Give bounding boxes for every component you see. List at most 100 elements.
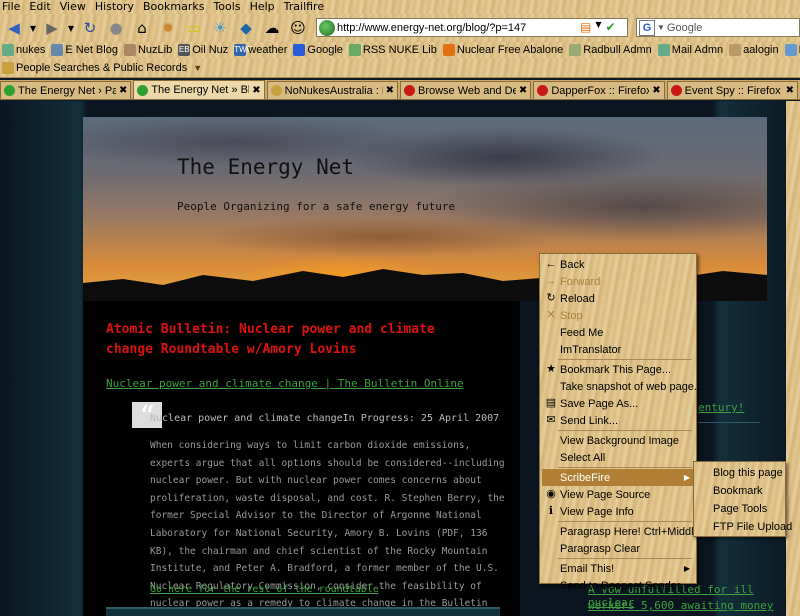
context-item-reload[interactable]: ↻ Reload: [542, 290, 694, 307]
tab-0[interactable]: The Energy Net › Pag...✖: [0, 81, 132, 99]
menu-separator: [558, 467, 692, 468]
firefox-icon[interactable]: ✹: [156, 17, 180, 39]
post-title[interactable]: Atomic Bulletin: Nuclear power and clima…: [106, 320, 466, 360]
bookmark-oil-nuz[interactable]: EB Oil Nuz: [178, 44, 228, 56]
context-item-select-all[interactable]: Select All: [542, 449, 694, 466]
submenu-item-ftp-file-upload[interactable]: FTP File Upload: [696, 518, 792, 535]
menu-edit[interactable]: Edit: [29, 1, 50, 13]
site-title[interactable]: The Energy Net: [177, 155, 354, 179]
bookmark-euronuz[interactable]: EuroNuz: [784, 44, 800, 56]
google-search-engine-icon[interactable]: G: [639, 19, 655, 36]
rss-feed-icon[interactable]: ▤: [580, 20, 591, 34]
sidebar-divider: [698, 422, 760, 423]
context-item-scribefire[interactable]: ScribeFire ▶: [542, 469, 694, 486]
tab-4[interactable]: DapperFox :: Firefox ...✖: [533, 81, 665, 99]
reload-button[interactable]: ↻: [78, 17, 102, 39]
bookmark-mail-admn[interactable]: Mail Admn: [657, 44, 723, 56]
rest-of-roundtable-link[interactable]: Go here for the rest of the roundtable: [150, 584, 379, 595]
bookmark-weather[interactable]: TWC weather: [234, 44, 287, 56]
tab-favicon-icon: [670, 85, 682, 96]
context-item-imtranslator[interactable]: ImTranslator: [542, 341, 694, 358]
page-icon[interactable]: ◆: [234, 17, 258, 39]
bookmark-nukes[interactable]: nukes: [2, 44, 45, 56]
bookmark-e-net-blog[interactable]: E Net Blog: [51, 44, 118, 56]
bookmark-radbull-admn[interactable]: Radbull Admn: [569, 44, 652, 56]
tab-2[interactable]: NoNukesAustralia : N...✖: [266, 81, 398, 99]
context-item-back[interactable]: ← Back: [542, 256, 694, 273]
url-bar-icons: ▤ ▼ ✔: [580, 20, 616, 34]
context-item-forward[interactable]: → Forward: [542, 273, 694, 290]
bookmark-favicon-icon: [51, 44, 64, 56]
context-item-send-link[interactable]: ✉ Send Link...: [542, 412, 694, 429]
context-item-view-page-source[interactable]: ◉ View Page Source: [542, 486, 694, 503]
forward-history-dropdown[interactable]: ▼: [66, 17, 76, 39]
scrollbar[interactable]: [786, 101, 800, 616]
bookmark-people-searches[interactable]: People Searches & Public Records: [2, 61, 187, 74]
dropdown-arrow-icon[interactable]: ▼: [595, 20, 601, 34]
tab-5[interactable]: Event Spy :: Firefox ... ✖: [666, 81, 798, 99]
tab-3[interactable]: Browse Web and Dev...✖: [399, 81, 532, 99]
search-engine-dropdown-icon[interactable]: ▼: [657, 23, 665, 32]
bookmarks-overflow-chevron-icon[interactable]: ▼: [193, 63, 202, 73]
stop-button[interactable]: ●: [104, 17, 128, 39]
search-box[interactable]: G ▼ Google: [636, 18, 800, 37]
menu-separator: [558, 521, 692, 522]
context-item-view-background-image[interactable]: View Background Image: [542, 432, 694, 449]
submenu-item-bookmark[interactable]: Bookmark: [696, 482, 784, 499]
tab-close-icon[interactable]: ✖: [386, 85, 394, 96]
folder-icon: [2, 61, 14, 74]
forward-button[interactable]: ▶: [40, 17, 64, 39]
bookmark-google[interactable]: Google: [293, 44, 343, 56]
submenu-item-blog-this-page[interactable]: Blog this page: [696, 464, 784, 481]
home-button[interactable]: ⌂: [130, 17, 154, 39]
go-check-icon[interactable]: ✔: [606, 20, 616, 34]
context-item-take-snapshot-of-web-page[interactable]: Take snapshot of web page...: [542, 378, 703, 395]
submenu-item-page-tools[interactable]: Page Tools: [696, 500, 784, 517]
tab-favicon-icon: [137, 84, 149, 96]
menu-file[interactable]: File: [2, 1, 20, 13]
bookmark-star-icon: ★: [546, 363, 556, 375]
context-item-stop[interactable]: ✕ Stop: [542, 307, 694, 324]
context-item-save-page-as[interactable]: ▤ Save Page As...: [542, 395, 694, 412]
tab-1[interactable]: The Energy Net » Blo...✖: [133, 80, 265, 99]
context-item-view-page-info[interactable]: ℹ View Page Info: [542, 503, 694, 520]
menu-trailfire[interactable]: Trailfire: [284, 1, 324, 13]
context-item-bookmark-this-page[interactable]: ★ Bookmark This Page...: [542, 361, 694, 378]
bookmark-favicon-icon: [123, 44, 136, 56]
context-item-feed-me[interactable]: Feed Me: [542, 324, 694, 341]
context-item-paragrasp-here-ctrl-middle[interactable]: Paragrasp Here! Ctrl+Middle: [542, 523, 700, 540]
chat-bubble-icon[interactable]: ☁: [260, 17, 284, 39]
url-text: http://www.energy-net.org/blog/?p=147: [337, 21, 527, 34]
back-button[interactable]: ◀: [2, 17, 26, 39]
bookmark-nuzlib[interactable]: NuzLib: [123, 44, 172, 56]
tab-close-icon[interactable]: ✖: [652, 85, 660, 96]
notes-icon[interactable]: ▭: [182, 17, 206, 39]
bookmark-nuclear-free-abalone[interactable]: Nuclear Free Abalone: [442, 44, 563, 56]
tab-close-icon[interactable]: ✖: [119, 85, 127, 96]
forward-arrow-icon: →: [545, 275, 557, 287]
tab-close-icon[interactable]: ✖: [786, 85, 794, 96]
tab-close-icon[interactable]: ✖: [519, 85, 527, 96]
bookmark-rss-nuke-lib[interactable]: RSS NUKE Lib: [348, 44, 437, 56]
bookmark-aalogin[interactable]: aalogin: [729, 44, 779, 56]
sidebar-link-vow-2[interactable]: workers 5,600 awaiting money: [588, 599, 773, 612]
menu-tools[interactable]: Tools: [213, 1, 240, 13]
sidebar-link-partial[interactable]: entury!: [698, 401, 744, 414]
menu-bar: File Edit View History Bookmarks Tools Help Tra…: [0, 0, 800, 14]
menu-history[interactable]: History: [95, 1, 134, 13]
menu-bookmarks[interactable]: Bookmarks: [143, 1, 204, 13]
context-item-paragrasp-clear[interactable]: Paragrasp Clear: [542, 540, 694, 557]
menu-view[interactable]: View: [60, 1, 86, 13]
bookmarks-toolbar-2: People Searches & Public Records ▼: [0, 58, 800, 78]
weather-icon[interactable]: ☀: [208, 17, 232, 39]
back-history-dropdown[interactable]: ▼: [28, 17, 38, 39]
menu-help[interactable]: Help: [250, 1, 275, 13]
context-item-send-to-deepest-sender[interactable]: Send to Deepest Sender: [542, 577, 694, 594]
search-input[interactable]: Google: [667, 22, 702, 34]
tab-bar: The Energy Net › Pag...✖The Energy Net »…: [0, 80, 800, 100]
post-source-link[interactable]: Nuclear power and climate change | The B…: [106, 377, 464, 390]
submenu-arrow-icon: ▶: [683, 564, 690, 573]
tab-close-icon[interactable]: ✖: [252, 85, 260, 96]
profile-icon[interactable]: ☺: [286, 17, 310, 39]
context-item-email-this[interactable]: Email This! ▶: [542, 560, 694, 577]
